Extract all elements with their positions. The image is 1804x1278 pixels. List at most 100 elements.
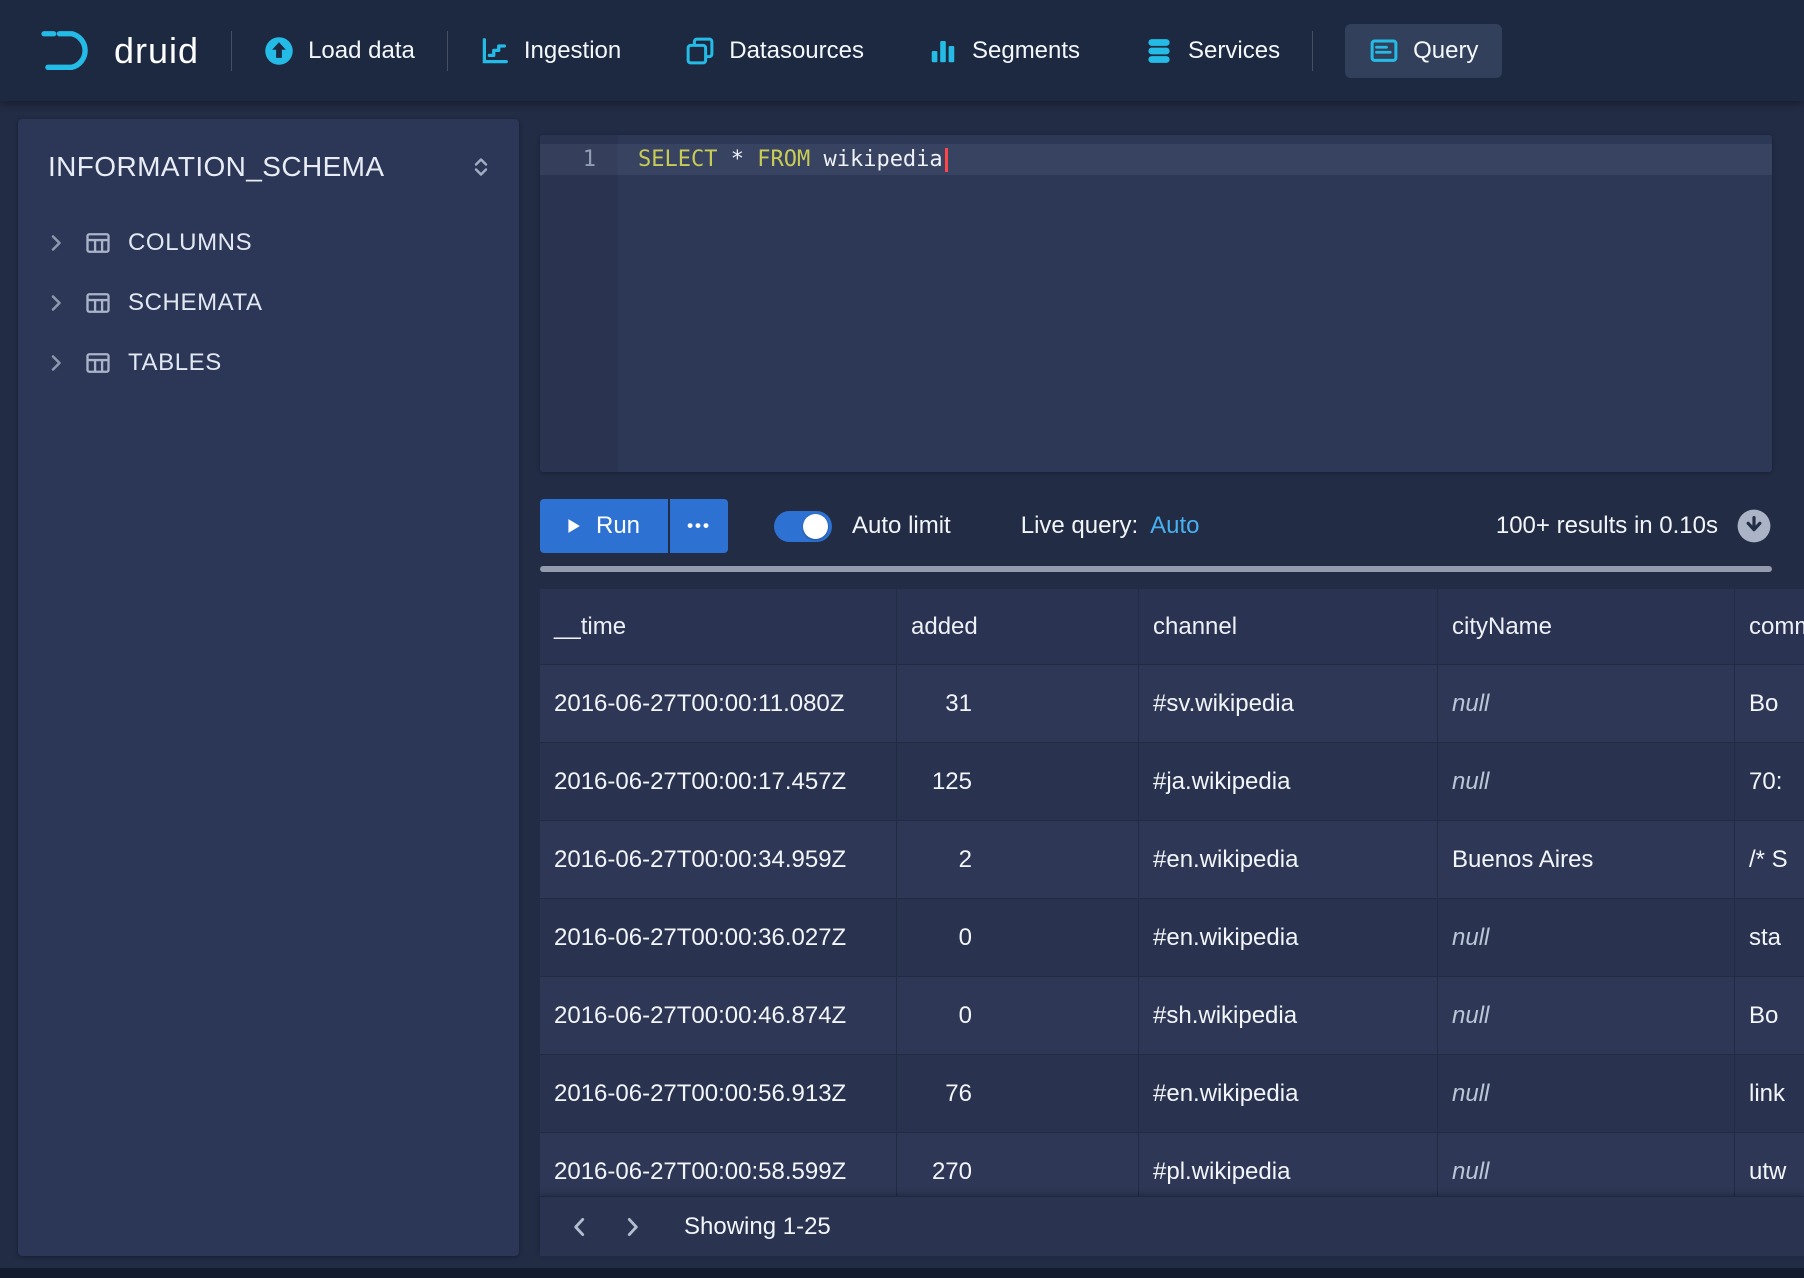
play-icon: [562, 515, 584, 537]
next-page-button[interactable]: [606, 1204, 658, 1250]
schema-title: INFORMATION_SCHEMA: [48, 151, 384, 183]
cell-channel[interactable]: #en.wikipedia: [1139, 1055, 1438, 1133]
run-bar: Run ••• Auto limit Live query: Auto 100+…: [540, 499, 1772, 553]
column-header-channel[interactable]: channel: [1139, 589, 1438, 665]
cell-cityname[interactable]: null: [1438, 743, 1735, 821]
segments-icon: [928, 36, 958, 66]
table-row: 2016-06-27T00:00:36.027Z 0 #en.wikipedia…: [540, 899, 1804, 977]
cell-time[interactable]: 2016-06-27T00:00:36.027Z: [540, 899, 897, 977]
cell-time[interactable]: 2016-06-27T00:00:34.959Z: [540, 821, 897, 899]
editor-results-splitter[interactable]: [540, 566, 1772, 572]
nav-item-label: Segments: [972, 37, 1080, 65]
cell-cityname[interactable]: null: [1438, 977, 1735, 1055]
tree-item-label: COLUMNS: [128, 229, 252, 257]
cell-time[interactable]: 2016-06-27T00:00:56.913Z: [540, 1055, 897, 1133]
tree-item-schemata[interactable]: SCHEMATA: [18, 273, 519, 333]
table-header-row: __time added channel cityName comment: [540, 589, 1804, 665]
nav-item-label: Services: [1188, 37, 1280, 65]
cell-time[interactable]: 2016-06-27T00:00:58.599Z: [540, 1133, 897, 1196]
nav-group: Ingestion Datasources Segments: [480, 24, 1280, 78]
nav-item-query[interactable]: Query: [1345, 24, 1502, 78]
sql-keyword: SELECT: [638, 147, 717, 172]
cell-added[interactable]: 270: [897, 1133, 1139, 1196]
cell-comment[interactable]: Bo: [1735, 977, 1804, 1055]
cell-channel[interactable]: #sh.wikipedia: [1139, 977, 1438, 1055]
column-header-comment[interactable]: comment: [1735, 589, 1804, 665]
pagination-footer: Showing 1-25: [540, 1196, 1804, 1256]
nav-item-ingestion[interactable]: Ingestion: [480, 24, 621, 78]
tree-item-tables[interactable]: TABLES: [18, 333, 519, 393]
cell-time[interactable]: 2016-06-27T00:00:46.874Z: [540, 977, 897, 1055]
cell-comment[interactable]: sta: [1735, 899, 1804, 977]
cell-comment[interactable]: /* S: [1735, 821, 1804, 899]
cell-channel[interactable]: #pl.wikipedia: [1139, 1133, 1438, 1196]
services-icon: [1144, 36, 1174, 66]
double-caret-vertical-icon[interactable]: [469, 155, 493, 179]
run-button[interactable]: Run: [540, 499, 668, 553]
chevron-right-icon: [44, 351, 68, 375]
auto-limit-toggle[interactable]: [774, 511, 832, 542]
table-row: 2016-06-27T00:00:17.457Z 125 #ja.wikiped…: [540, 743, 1804, 821]
druid-logo-icon: [40, 28, 98, 74]
cell-cityname[interactable]: null: [1438, 665, 1735, 743]
run-button-label: Run: [596, 512, 640, 540]
nav-item-datasources[interactable]: Datasources: [685, 24, 864, 78]
nav-item-load-data[interactable]: Load data: [264, 24, 415, 78]
cell-added[interactable]: 0: [897, 899, 1139, 977]
run-more-button[interactable]: •••: [670, 499, 728, 553]
nav-item-label: Load data: [308, 37, 415, 65]
chevron-right-icon: [44, 231, 68, 255]
schema-selector[interactable]: INFORMATION_SCHEMA: [18, 119, 519, 203]
cell-cityname[interactable]: Buenos Aires: [1438, 821, 1735, 899]
chevron-left-icon: [567, 1214, 593, 1240]
cell-time[interactable]: 2016-06-27T00:00:17.457Z: [540, 743, 897, 821]
cell-channel[interactable]: #en.wikipedia: [1139, 821, 1438, 899]
cell-time[interactable]: 2016-06-27T00:00:11.080Z: [540, 665, 897, 743]
cell-channel[interactable]: #sv.wikipedia: [1139, 665, 1438, 743]
cell-cityname[interactable]: null: [1438, 899, 1735, 977]
column-header-time[interactable]: __time: [540, 589, 897, 665]
query-icon: [1369, 36, 1399, 66]
toggle-knob: [803, 514, 828, 539]
datasources-icon: [685, 36, 715, 66]
table-row: 2016-06-27T00:00:46.874Z 0 #sh.wikipedia…: [540, 977, 1804, 1055]
sql-editor[interactable]: 1 SELECT * FROM wikipedia: [540, 135, 1772, 472]
line-number: 1: [540, 144, 618, 175]
cell-channel[interactable]: #ja.wikipedia: [1139, 743, 1438, 821]
results-info: 100+ results in 0.10s: [1496, 508, 1772, 544]
cell-added[interactable]: 125: [897, 743, 1139, 821]
schema-sidebar: INFORMATION_SCHEMA COLUMNS SCHEMA: [18, 119, 519, 1256]
brand[interactable]: druid: [40, 28, 199, 74]
text-cursor: [945, 148, 948, 172]
cell-comment[interactable]: 70:: [1735, 743, 1804, 821]
cell-comment[interactable]: link: [1735, 1055, 1804, 1133]
nav-item-services[interactable]: Services: [1144, 24, 1280, 78]
column-header-cityname[interactable]: cityName: [1438, 589, 1735, 665]
cell-comment[interactable]: Bo: [1735, 665, 1804, 743]
cell-cityname[interactable]: null: [1438, 1055, 1735, 1133]
nav-divider: [231, 31, 232, 71]
live-query-label: Live query:: [1021, 512, 1138, 540]
cell-channel[interactable]: #en.wikipedia: [1139, 899, 1438, 977]
nav-divider: [1312, 31, 1313, 71]
tree-item-columns[interactable]: COLUMNS: [18, 213, 519, 273]
bottom-edge: [0, 1268, 1804, 1278]
results-table: __time added channel cityName comment 20…: [540, 589, 1804, 1196]
table-icon: [84, 289, 112, 317]
sql-identifier: wikipedia: [810, 147, 942, 172]
download-icon[interactable]: [1736, 508, 1772, 544]
previous-page-button[interactable]: [554, 1204, 606, 1250]
cell-comment[interactable]: utw: [1735, 1133, 1804, 1196]
showing-range-label: Showing 1-25: [684, 1213, 831, 1241]
cell-added[interactable]: 31: [897, 665, 1139, 743]
column-header-added[interactable]: added: [897, 589, 1139, 665]
brand-label: druid: [114, 30, 199, 72]
cell-cityname[interactable]: null: [1438, 1133, 1735, 1196]
nav-item-segments[interactable]: Segments: [928, 24, 1080, 78]
cell-added[interactable]: 76: [897, 1055, 1139, 1133]
cell-added[interactable]: 0: [897, 977, 1139, 1055]
table-icon: [84, 349, 112, 377]
query-results-panel: __time added channel cityName comment 20…: [540, 589, 1804, 1196]
cell-added[interactable]: 2: [897, 821, 1139, 899]
live-query-value[interactable]: Auto: [1150, 512, 1199, 540]
